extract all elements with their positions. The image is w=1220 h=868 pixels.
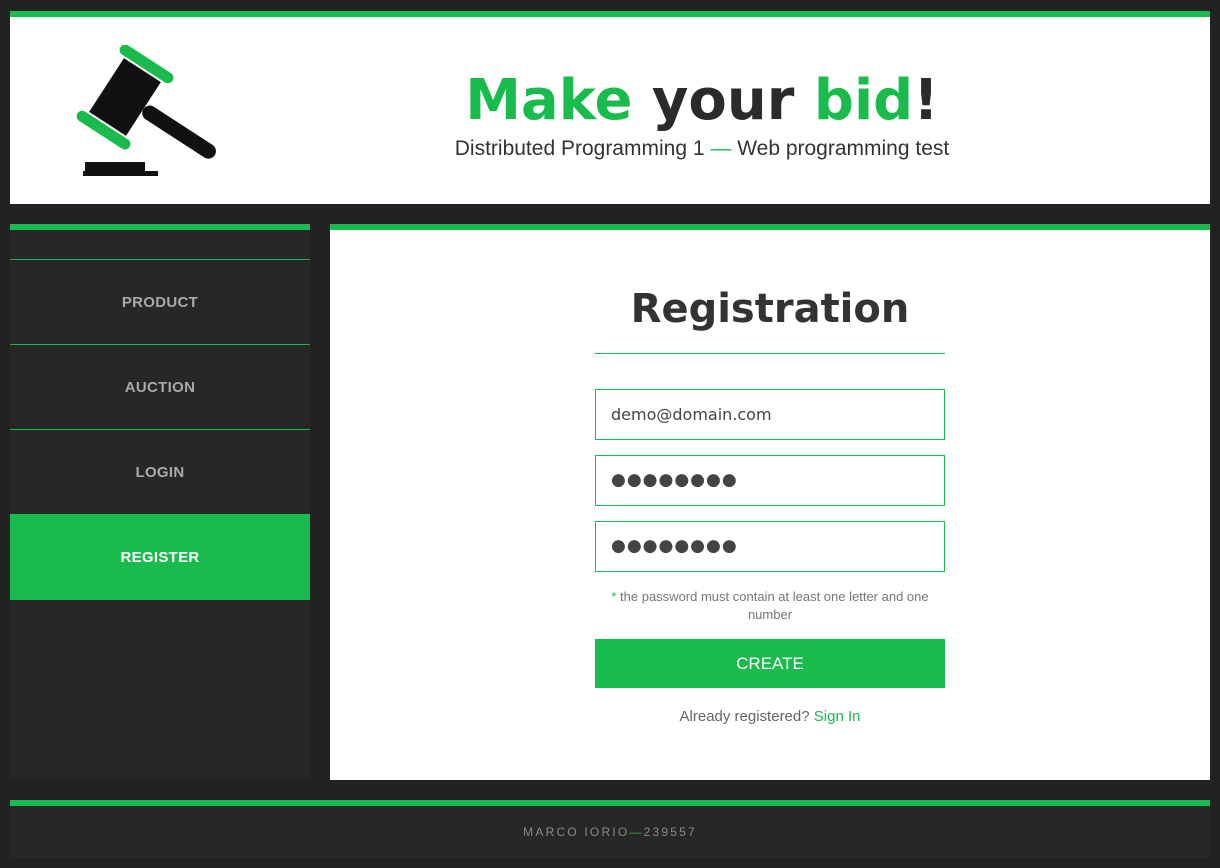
main-panel: Registration ●●●●●●●● ●●●●●●●● * the pas… bbox=[330, 224, 1210, 780]
sidebar-item-label: PRODUCT bbox=[121, 293, 199, 311]
confirm-password-field[interactable]: ●●●●●●●● bbox=[595, 521, 945, 572]
already-registered: Already registered? Sign In bbox=[595, 708, 945, 725]
title-bid: bid bbox=[813, 68, 914, 133]
footer-name: MARCO IORIO bbox=[523, 825, 630, 839]
page-title: Make your bid! bbox=[402, 65, 1002, 137]
password-field[interactable]: ●●●●●●●● bbox=[595, 455, 945, 506]
title-your: your bbox=[632, 68, 814, 133]
sidebar-item-label: LOGIN bbox=[135, 463, 185, 481]
subtitle-course: Distributed Programming 1 bbox=[454, 137, 711, 160]
footer-id: 239557 bbox=[643, 825, 697, 839]
sidebar-item-auction[interactable]: AUCTION bbox=[10, 345, 310, 430]
subtitle-test: Web programming test bbox=[731, 137, 950, 160]
password-hint: * the password must contain at least one… bbox=[595, 588, 945, 624]
sidebar-item-label: AUCTION bbox=[124, 378, 196, 396]
create-button[interactable]: CREATE bbox=[595, 639, 945, 688]
sidebar-item-register[interactable]: REGISTER bbox=[10, 515, 310, 600]
title-block: Make your bid! Distributed Programming 1… bbox=[402, 65, 1002, 161]
title-make: Make bbox=[465, 68, 633, 133]
sidebar-item-product[interactable]: PRODUCT bbox=[10, 260, 310, 345]
header: Make your bid! Distributed Programming 1… bbox=[10, 11, 1210, 204]
sidebar-spacer bbox=[10, 230, 310, 260]
footer: MARCO IORIO — 239557 bbox=[10, 800, 1210, 858]
form-title: Registration bbox=[595, 284, 945, 354]
email-field[interactable] bbox=[595, 389, 945, 440]
subtitle-dash: — bbox=[710, 137, 732, 160]
sidebar: PRODUCT AUCTION LOGIN REGISTER bbox=[10, 224, 310, 780]
page-subtitle: Distributed Programming 1 — Web programm… bbox=[402, 137, 1002, 161]
registration-form: Registration ●●●●●●●● ●●●●●●●● * the pas… bbox=[595, 230, 945, 725]
sidebar-item-login[interactable]: LOGIN bbox=[10, 430, 310, 515]
title-exclaim: ! bbox=[913, 68, 939, 133]
hint-text: the password must contain at least one l… bbox=[616, 589, 929, 622]
already-text: Already registered? bbox=[679, 708, 814, 725]
sidebar-item-label: REGISTER bbox=[120, 549, 200, 566]
gavel-icon bbox=[76, 45, 216, 176]
footer-dash: — bbox=[629, 825, 644, 839]
sign-in-link[interactable]: Sign In bbox=[814, 708, 861, 725]
